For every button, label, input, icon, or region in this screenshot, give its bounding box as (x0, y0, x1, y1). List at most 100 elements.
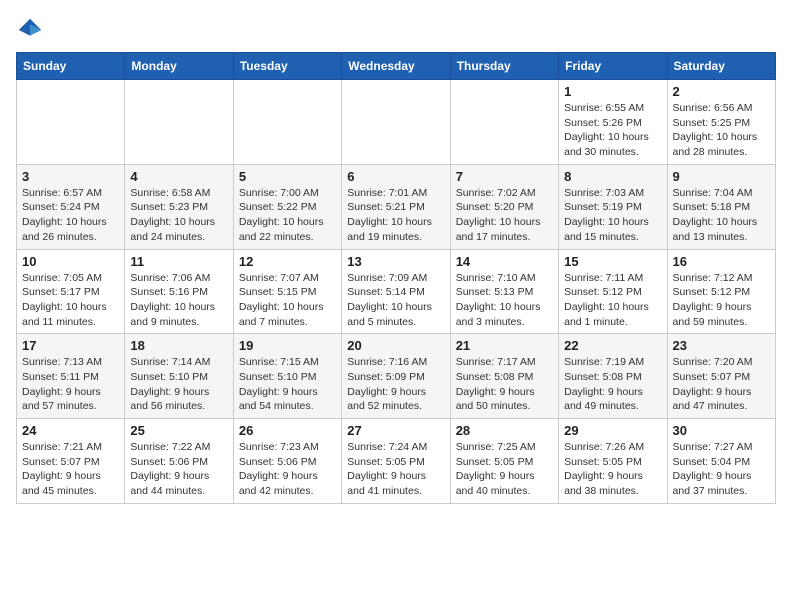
day-number: 11 (130, 254, 227, 269)
day-info: Sunrise: 7:20 AM Sunset: 5:07 PM Dayligh… (673, 355, 770, 414)
day-info: Sunrise: 7:03 AM Sunset: 5:19 PM Dayligh… (564, 186, 661, 245)
day-info: Sunrise: 7:09 AM Sunset: 5:14 PM Dayligh… (347, 271, 444, 330)
day-number: 8 (564, 169, 661, 184)
day-number: 24 (22, 423, 119, 438)
calendar-table: SundayMondayTuesdayWednesdayThursdayFrid… (16, 52, 776, 504)
day-cell: 19Sunrise: 7:15 AM Sunset: 5:10 PM Dayli… (233, 334, 341, 419)
day-number: 22 (564, 338, 661, 353)
day-cell: 24Sunrise: 7:21 AM Sunset: 5:07 PM Dayli… (17, 419, 125, 504)
day-info: Sunrise: 7:23 AM Sunset: 5:06 PM Dayligh… (239, 440, 336, 499)
day-number: 10 (22, 254, 119, 269)
day-number: 9 (673, 169, 770, 184)
day-info: Sunrise: 7:27 AM Sunset: 5:04 PM Dayligh… (673, 440, 770, 499)
day-cell: 29Sunrise: 7:26 AM Sunset: 5:05 PM Dayli… (559, 419, 667, 504)
day-cell: 22 Sunrise: 7:19 AM Sunset: 5:08 PM Dayli… (559, 334, 667, 419)
day-cell: 13 Sunrise: 7:09 AM Sunset: 5:14 PM Dayli… (342, 249, 450, 334)
week-row-1: 1 Sunrise: 6:55 AM Sunset: 5:26 PM Daylig… (17, 80, 776, 165)
day-number: 5 (239, 169, 336, 184)
day-number: 27 (347, 423, 444, 438)
day-cell: 21 Sunrise: 7:17 AM Sunset: 5:08 PM Dayli… (450, 334, 558, 419)
day-info: Sunrise: 7:07 AM Sunset: 5:15 PM Dayligh… (239, 271, 336, 330)
day-number: 30 (673, 423, 770, 438)
weekday-monday: Monday (125, 53, 233, 80)
calendar-body: 1 Sunrise: 6:55 AM Sunset: 5:26 PM Daylig… (17, 80, 776, 504)
day-cell: 28 Sunrise: 7:25 AM Sunset: 5:05 PM Dayli… (450, 419, 558, 504)
weekday-sunday: Sunday (17, 53, 125, 80)
day-cell: 10 Sunrise: 7:05 AM Sunset: 5:17 PM Dayli… (17, 249, 125, 334)
day-info: Sunrise: 7:04 AM Sunset: 5:18 PM Dayligh… (673, 186, 770, 245)
week-row-3: 10 Sunrise: 7:05 AM Sunset: 5:17 PM Dayli… (17, 249, 776, 334)
day-number: 13 (347, 254, 444, 269)
day-info: Sunrise: 7:05 AM Sunset: 5:17 PM Dayligh… (22, 271, 119, 330)
day-cell (125, 80, 233, 165)
day-cell (233, 80, 341, 165)
day-cell (342, 80, 450, 165)
day-info: Sunrise: 7:16 AM Sunset: 5:09 PM Dayligh… (347, 355, 444, 414)
day-number: 15 (564, 254, 661, 269)
day-info: Sunrise: 7:17 AM Sunset: 5:08 PM Dayligh… (456, 355, 553, 414)
weekday-tuesday: Tuesday (233, 53, 341, 80)
day-cell: 26 Sunrise: 7:23 AM Sunset: 5:06 PM Dayli… (233, 419, 341, 504)
day-cell: 7 Sunrise: 7:02 AM Sunset: 5:20 PM Daylig… (450, 164, 558, 249)
day-number: 16 (673, 254, 770, 269)
day-cell: 15 Sunrise: 7:11 AM Sunset: 5:12 PM Dayli… (559, 249, 667, 334)
weekday-header-row: SundayMondayTuesdayWednesdayThursdayFrid… (17, 53, 776, 80)
day-cell: 3 Sunrise: 6:57 AM Sunset: 5:24 PM Daylig… (17, 164, 125, 249)
day-info: Sunrise: 7:06 AM Sunset: 5:16 PM Dayligh… (130, 271, 227, 330)
day-cell: 4 Sunrise: 6:58 AM Sunset: 5:23 PM Daylig… (125, 164, 233, 249)
week-row-2: 3 Sunrise: 6:57 AM Sunset: 5:24 PM Daylig… (17, 164, 776, 249)
day-info: Sunrise: 7:11 AM Sunset: 5:12 PM Dayligh… (564, 271, 661, 330)
page-header (16, 16, 776, 44)
day-cell: 18 Sunrise: 7:14 AM Sunset: 5:10 PM Dayli… (125, 334, 233, 419)
day-info: Sunrise: 6:58 AM Sunset: 5:23 PM Dayligh… (130, 186, 227, 245)
day-info: Sunrise: 7:02 AM Sunset: 5:20 PM Dayligh… (456, 186, 553, 245)
day-cell: 30 Sunrise: 7:27 AM Sunset: 5:04 PM Dayli… (667, 419, 775, 504)
day-info: Sunrise: 7:01 AM Sunset: 5:21 PM Dayligh… (347, 186, 444, 245)
day-cell: 14Sunrise: 7:10 AM Sunset: 5:13 PM Dayli… (450, 249, 558, 334)
day-number: 25 (130, 423, 227, 438)
day-cell (17, 80, 125, 165)
day-info: Sunrise: 6:56 AM Sunset: 5:25 PM Dayligh… (673, 101, 770, 160)
day-cell: 2 Sunrise: 6:56 AM Sunset: 5:25 PM Daylig… (667, 80, 775, 165)
weekday-thursday: Thursday (450, 53, 558, 80)
day-cell: 20Sunrise: 7:16 AM Sunset: 5:09 PM Dayli… (342, 334, 450, 419)
day-cell: 11 Sunrise: 7:06 AM Sunset: 5:16 PM Dayli… (125, 249, 233, 334)
day-info: Sunrise: 7:10 AM Sunset: 5:13 PM Dayligh… (456, 271, 553, 330)
day-number: 12 (239, 254, 336, 269)
day-cell: 12 Sunrise: 7:07 AM Sunset: 5:15 PM Dayli… (233, 249, 341, 334)
day-cell: 6 Sunrise: 7:01 AM Sunset: 5:21 PM Daylig… (342, 164, 450, 249)
week-row-4: 17 Sunrise: 7:13 AM Sunset: 5:11 PM Dayli… (17, 334, 776, 419)
day-cell: 17 Sunrise: 7:13 AM Sunset: 5:11 PM Dayli… (17, 334, 125, 419)
day-info: Sunrise: 7:22 AM Sunset: 5:06 PM Dayligh… (130, 440, 227, 499)
day-number: 26 (239, 423, 336, 438)
day-number: 1 (564, 84, 661, 99)
day-info: Sunrise: 7:25 AM Sunset: 5:05 PM Dayligh… (456, 440, 553, 499)
day-number: 7 (456, 169, 553, 184)
day-cell: 27 Sunrise: 7:24 AM Sunset: 5:05 PM Dayli… (342, 419, 450, 504)
day-number: 6 (347, 169, 444, 184)
day-info: Sunrise: 7:19 AM Sunset: 5:08 PM Dayligh… (564, 355, 661, 414)
day-info: Sunrise: 6:57 AM Sunset: 5:24 PM Dayligh… (22, 186, 119, 245)
day-number: 4 (130, 169, 227, 184)
day-number: 3 (22, 169, 119, 184)
weekday-friday: Friday (559, 53, 667, 80)
day-info: Sunrise: 7:24 AM Sunset: 5:05 PM Dayligh… (347, 440, 444, 499)
weekday-wednesday: Wednesday (342, 53, 450, 80)
day-number: 21 (456, 338, 553, 353)
day-info: Sunrise: 7:13 AM Sunset: 5:11 PM Dayligh… (22, 355, 119, 414)
day-number: 2 (673, 84, 770, 99)
day-number: 18 (130, 338, 227, 353)
day-info: Sunrise: 7:14 AM Sunset: 5:10 PM Dayligh… (130, 355, 227, 414)
weekday-saturday: Saturday (667, 53, 775, 80)
day-info: Sunrise: 6:55 AM Sunset: 5:26 PM Dayligh… (564, 101, 661, 160)
day-number: 19 (239, 338, 336, 353)
day-number: 28 (456, 423, 553, 438)
week-row-5: 24Sunrise: 7:21 AM Sunset: 5:07 PM Dayli… (17, 419, 776, 504)
day-info: Sunrise: 7:12 AM Sunset: 5:12 PM Dayligh… (673, 271, 770, 330)
day-info: Sunrise: 7:00 AM Sunset: 5:22 PM Dayligh… (239, 186, 336, 245)
day-cell: 23Sunrise: 7:20 AM Sunset: 5:07 PM Dayli… (667, 334, 775, 419)
day-cell: 25 Sunrise: 7:22 AM Sunset: 5:06 PM Dayli… (125, 419, 233, 504)
logo-icon (16, 16, 44, 44)
day-number: 17 (22, 338, 119, 353)
day-info: Sunrise: 7:26 AM Sunset: 5:05 PM Dayligh… (564, 440, 661, 499)
